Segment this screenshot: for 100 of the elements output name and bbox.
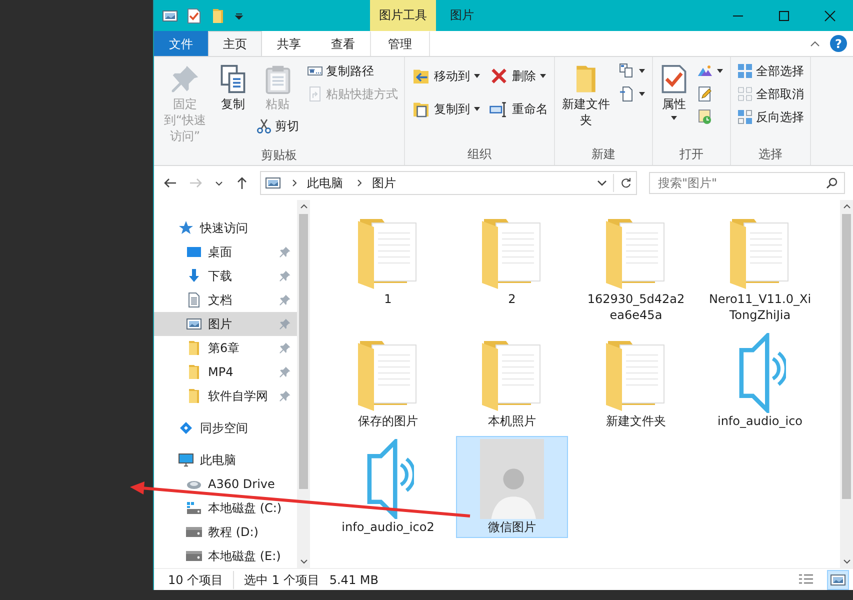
text-field-icon <box>489 99 509 119</box>
scissors-icon <box>256 118 272 134</box>
ribbon-tab[interactable]: 文件 <box>154 31 208 56</box>
nav-item[interactable]: 同步空间 <box>154 416 297 440</box>
ribbon-button[interactable]: 属性 <box>656 60 692 124</box>
window-title: 图片 <box>449 7 474 24</box>
document-icon <box>186 292 202 308</box>
file-name: Nero11_V11.0_XiTongZhiJia <box>708 291 812 323</box>
ribbon-button[interactable]: 复制 <box>215 60 251 114</box>
nav-item[interactable]: 文档 <box>154 288 297 312</box>
ribbon-button[interactable]: 全部取消 <box>734 83 807 105</box>
scroll-down-icon[interactable] <box>300 557 308 565</box>
scrollbar[interactable] <box>297 200 310 568</box>
group-label: 打开 <box>678 146 704 163</box>
file-name: 新建文件夹 <box>605 413 667 429</box>
file-item[interactable]: Nero11_V11.0_XiTongZhiJia <box>704 208 816 326</box>
nav-item[interactable]: 教程 (D:) <box>154 520 297 544</box>
clock-page-icon <box>697 109 713 125</box>
file-item[interactable]: 新建文件夹 <box>580 330 692 432</box>
chevron-right-icon[interactable] <box>290 179 298 187</box>
help-button[interactable]: ? <box>830 35 847 52</box>
ribbon-tab[interactable]: 管理 <box>370 31 430 56</box>
drive-icon <box>186 548 202 564</box>
ribbon-button[interactable]: 删除 <box>486 60 551 92</box>
scroll-up-icon[interactable] <box>842 203 850 211</box>
breadcrumb-link[interactable]: 图片 <box>369 174 399 192</box>
shortcut-icon <box>307 86 323 102</box>
ribbon-tab[interactable]: 共享 <box>262 31 316 56</box>
scrollbar-thumb[interactable] <box>299 214 308 489</box>
nav-item[interactable]: 此电脑 <box>154 448 297 472</box>
ribbon-button[interactable]: 重命名 <box>486 93 551 125</box>
picture-icon <box>186 316 202 332</box>
ribbon-button[interactable]: 剪切 <box>253 115 302 137</box>
search-field[interactable]: 搜索"图片" <box>649 172 845 194</box>
group-label: 组织 <box>466 146 492 163</box>
collapse-ribbon-icon[interactable] <box>810 38 820 48</box>
pages-icon <box>619 63 635 79</box>
address-field[interactable]: 此电脑 图片 <box>260 171 637 195</box>
down-arrow-icon <box>186 268 202 284</box>
ribbon-button[interactable]: 新建文件夹 <box>558 60 614 130</box>
diamond-icon <box>178 420 194 436</box>
ribbon-button[interactable]: 反向选择 <box>734 106 807 128</box>
file-item[interactable]: 1 <box>332 208 444 326</box>
group-label: 新建 <box>590 146 616 163</box>
caret-icon[interactable] <box>234 10 244 20</box>
checklist-icon[interactable] <box>186 8 202 24</box>
nav-item[interactable]: MP4 <box>154 360 297 384</box>
mixed-grid-icon <box>737 109 753 125</box>
star-icon <box>178 220 194 236</box>
cross-icon <box>489 66 509 86</box>
nav-item[interactable]: 本地磁盘 (E:) <box>154 544 297 568</box>
nav-item[interactable]: A360 Drive <box>154 472 297 496</box>
file-item[interactable]: info_audio_ico2 <box>332 436 444 538</box>
selection-count: 选中 1 个项目 <box>244 572 320 588</box>
file-item[interactable]: 162930_5d42a2ea6e45a <box>580 208 692 326</box>
file-item[interactable]: info_audio_ico <box>704 330 816 432</box>
folder-icon <box>186 388 202 404</box>
drive-icon <box>186 524 202 540</box>
ribbon-tab[interactable]: 主页 <box>208 31 262 56</box>
monitor-icon <box>178 452 194 468</box>
picture-icon <box>265 175 281 191</box>
file-name: 1 <box>383 291 393 307</box>
file-name: 保存的图片 <box>357 413 419 429</box>
file-name: info_audio_ico2 <box>340 519 436 535</box>
chevron-right-icon[interactable] <box>355 179 363 187</box>
nav-item[interactable]: 桌面 <box>154 240 297 264</box>
nav-item[interactable]: 第6章 <box>154 336 297 360</box>
file-item[interactable]: 2 <box>456 208 568 326</box>
scrollbar-thumb[interactable] <box>842 214 851 499</box>
folder-icon <box>186 364 202 380</box>
large-icons-view-button[interactable] <box>827 570 849 590</box>
picture-icon[interactable] <box>162 8 178 24</box>
pencil-page-icon <box>697 86 713 102</box>
scrollbar[interactable] <box>840 200 853 568</box>
file-name: 微信图片 <box>487 519 537 535</box>
ribbon-button[interactable]: 全部选择 <box>734 60 807 82</box>
scroll-up-icon[interactable] <box>300 203 308 211</box>
group-label: 剪贴板 <box>260 147 298 164</box>
ribbon-button[interactable]: 复制路径 <box>304 60 401 82</box>
ribbon-button[interactable]: 复制到 <box>408 93 484 125</box>
file-item[interactable]: 微信图片 <box>456 436 568 538</box>
file-item[interactable]: 保存的图片 <box>332 330 444 432</box>
file-item[interactable]: 本机照片 <box>456 330 568 432</box>
pages-icon <box>218 64 248 94</box>
breadcrumb-link[interactable]: 此电脑 <box>304 174 346 192</box>
ribbon-button[interactable]: 移动到 <box>408 60 484 92</box>
search-icon[interactable] <box>826 177 838 189</box>
chevron-down-icon[interactable] <box>597 178 607 188</box>
ribbon-tab[interactable]: 查看 <box>316 31 370 56</box>
nav-item[interactable]: 快速访问 <box>154 216 297 240</box>
nav-item[interactable]: 本地磁盘 (C:) <box>154 496 297 520</box>
refresh-icon[interactable] <box>620 177 632 189</box>
file-name: 本机照片 <box>487 413 537 429</box>
dotted-grid-icon <box>737 86 753 102</box>
scroll-down-icon[interactable] <box>842 557 850 565</box>
close-icon <box>824 10 836 22</box>
nav-item[interactable]: 图片 <box>154 312 297 336</box>
nav-item[interactable]: 软件自学网 <box>154 384 297 408</box>
drive-icon <box>186 500 202 516</box>
nav-item[interactable]: 下载 <box>154 264 297 288</box>
